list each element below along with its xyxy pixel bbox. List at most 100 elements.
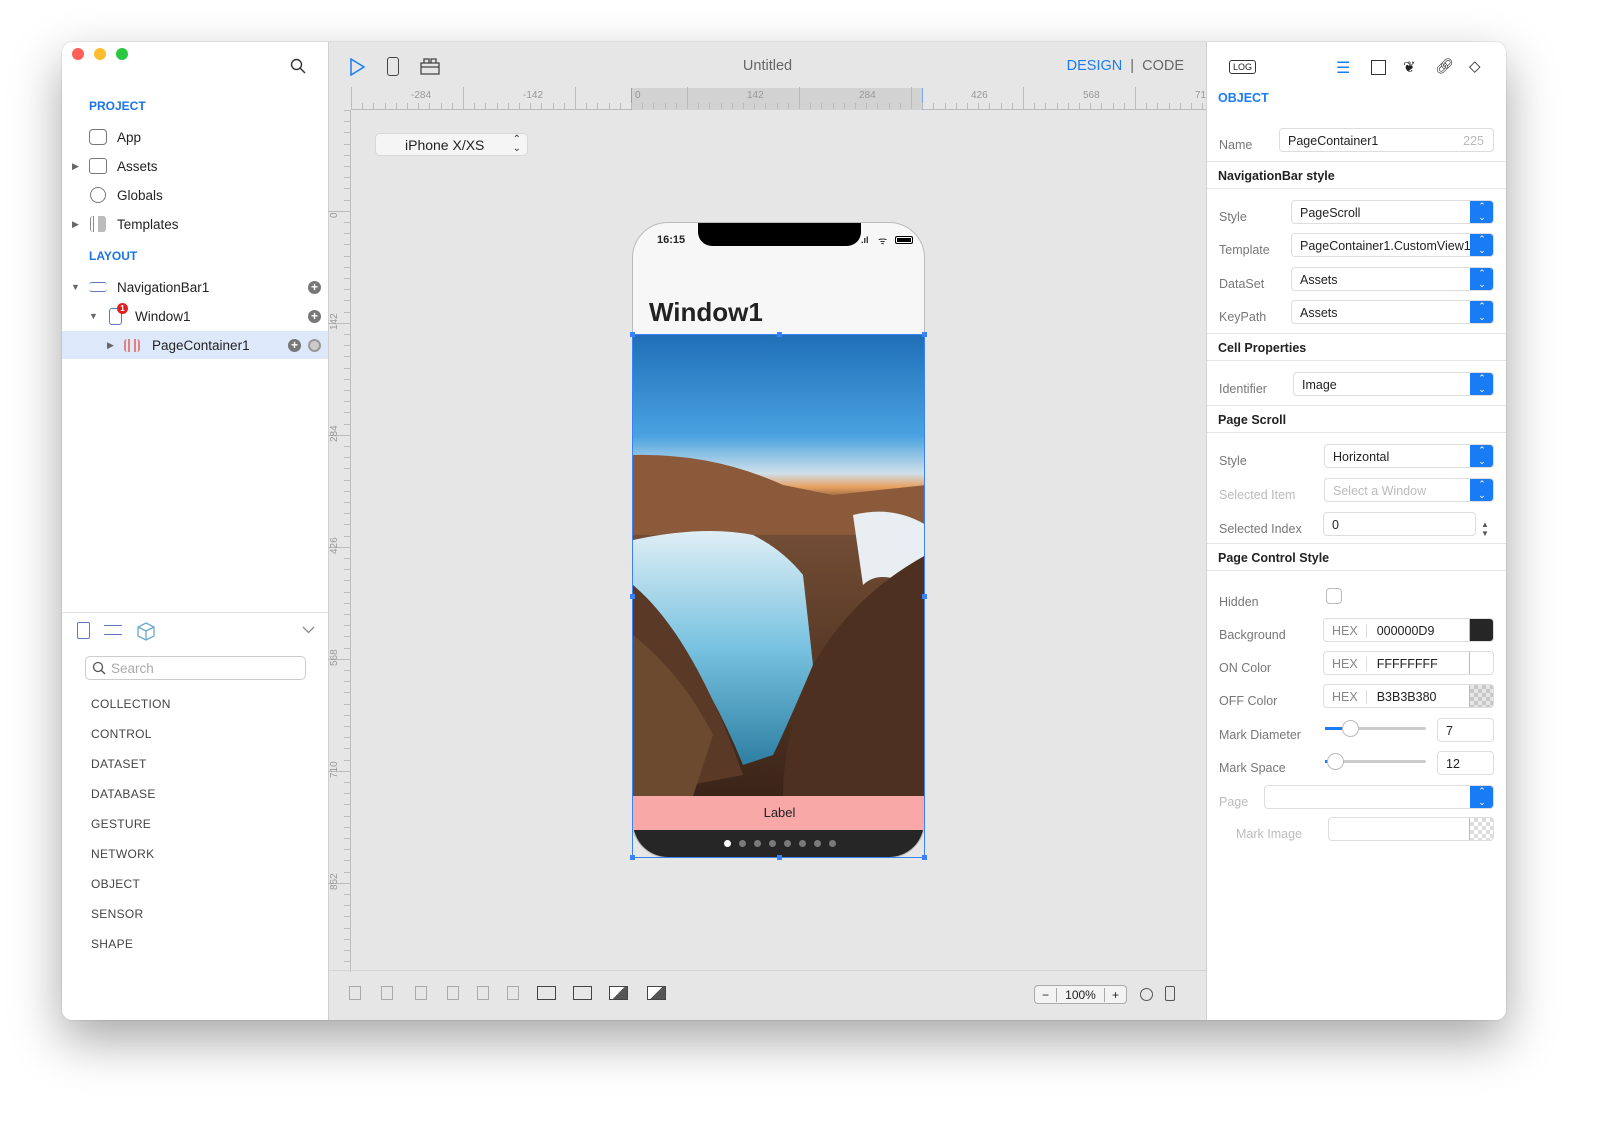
page-select[interactable]: ⌃ ⌄ [1264, 785, 1494, 809]
device-value: iPhone X/XS [405, 137, 485, 153]
frame-tab-icon[interactable] [1371, 60, 1386, 75]
style-select[interactable]: PageScroll ⌃ ⌄ [1291, 200, 1494, 224]
tree-item-globals[interactable]: Globals [62, 181, 328, 209]
mark-space-field[interactable]: 12 [1437, 751, 1494, 775]
window-tab-icon[interactable] [77, 622, 90, 639]
design-tab[interactable]: DESIGN [1067, 58, 1123, 74]
zoom-fit-icon[interactable] [1140, 988, 1153, 1001]
page-dot[interactable] [813, 840, 821, 847]
slider-thumb[interactable] [1342, 720, 1359, 737]
category-item[interactable]: DATABASE [91, 787, 156, 801]
align-bottom-icon[interactable] [381, 986, 393, 1000]
mark-image-field[interactable] [1328, 817, 1494, 841]
category-item[interactable]: OBJECT [91, 877, 140, 891]
page-dot[interactable] [738, 840, 746, 847]
keypath-select[interactable]: Assets ⌃ ⌄ [1291, 300, 1494, 324]
mark-diameter-slider[interactable] [1325, 720, 1426, 737]
bring-front-icon[interactable] [537, 986, 556, 1000]
link-tab-icon[interactable]: 🔗︎ [1435, 57, 1454, 75]
zoom-button[interactable] [116, 48, 128, 60]
page-control[interactable] [633, 830, 924, 857]
pstyle-select[interactable]: Horizontal ⌃ ⌄ [1324, 444, 1494, 468]
zoom-out-button[interactable]: − [1035, 987, 1057, 1002]
stepper-icon[interactable]: ▲ ▼ [1481, 520, 1489, 538]
slider-thumb[interactable] [1327, 753, 1344, 770]
page-dot[interactable] [753, 840, 761, 847]
selitem-select[interactable]: Select a Window ⌃ ⌄ [1324, 478, 1494, 502]
target-icon[interactable] [308, 338, 321, 352]
tree-item-app[interactable]: App [62, 123, 328, 151]
code-tab[interactable]: CODE [1142, 58, 1184, 74]
on-color-field[interactable]: HEX FFFFFFFF [1323, 651, 1494, 675]
page-dot[interactable] [798, 840, 806, 847]
tree-item-templates[interactable]: ▶ Templates [62, 210, 328, 238]
color-swatch[interactable] [1469, 652, 1493, 674]
align-left-icon[interactable] [447, 986, 459, 1000]
dataset-select[interactable]: Assets ⌃ ⌄ [1291, 267, 1494, 291]
align-top-icon[interactable] [349, 986, 361, 1000]
phone-preview[interactable]: 16:15 .ıl ᯤ Window1 Label [632, 222, 925, 858]
minimize-button[interactable] [94, 48, 106, 60]
category-item[interactable]: SHAPE [91, 937, 133, 951]
code-tab-icon[interactable]: ◇ [1469, 57, 1481, 75]
bring-forward-icon[interactable] [609, 986, 628, 1000]
disclosure-triangle-icon[interactable]: ▶ [72, 161, 79, 172]
add-icon[interactable]: + [308, 309, 321, 323]
color-swatch[interactable] [1469, 619, 1493, 641]
color-swatch[interactable] [1469, 685, 1493, 707]
mark-space-slider[interactable] [1325, 753, 1426, 770]
tree-item-navigationbar1[interactable]: ▼ NavigationBar1 + [62, 273, 328, 301]
navigation-tab-icon[interactable] [104, 625, 122, 635]
properties-tab-icon[interactable]: ☰ [1336, 58, 1350, 78]
align-right-icon[interactable] [477, 986, 489, 1000]
bg-color-field[interactable]: HEX 000000D9 [1323, 618, 1494, 642]
log-button[interactable]: LOG [1229, 60, 1257, 74]
category-item[interactable]: CONTROL [91, 727, 152, 741]
category-item[interactable]: SENSOR [91, 907, 143, 921]
ruler-label: 568 [1083, 90, 1100, 101]
category-item[interactable]: GESTURE [91, 817, 151, 831]
hidden-checkbox[interactable] [1326, 588, 1342, 604]
disclosure-triangle-icon[interactable]: ▼ [71, 282, 80, 292]
disclosure-triangle-icon[interactable]: ▶ [72, 219, 79, 230]
identifier-select[interactable]: Image ⌃ ⌄ [1293, 372, 1494, 396]
lotus-tab-icon[interactable]: ❦ [1403, 58, 1416, 76]
page-dot[interactable] [768, 840, 776, 847]
add-icon[interactable]: + [288, 338, 301, 352]
tree-item-window1[interactable]: ▼ 1 Window1 + [62, 302, 328, 330]
category-item[interactable]: COLLECTION [91, 697, 171, 711]
label-view[interactable]: Label [633, 796, 924, 830]
page-dot[interactable] [783, 840, 791, 847]
ruler-label: 284 [329, 425, 340, 442]
tree-item-assets[interactable]: ▶ Assets [62, 152, 328, 180]
tree-item-pagecontainer1[interactable]: ▶ PageContainer1 + [62, 331, 328, 359]
library-search-input[interactable]: Search [85, 656, 306, 680]
rotate-device-icon[interactable] [1165, 986, 1175, 1001]
template-select[interactable]: PageContainer1.CustomView1 ⌃ ⌄ [1291, 233, 1494, 257]
device-selector[interactable]: iPhone X/XS ⌃ ⌄ [375, 133, 528, 156]
chevron-down-icon[interactable] [302, 626, 315, 634]
zoom-in-button[interactable]: + [1104, 987, 1126, 1002]
name-field[interactable]: PageContainer1 225 [1279, 128, 1494, 152]
close-button[interactable] [72, 48, 84, 60]
category-item[interactable]: NETWORK [91, 847, 154, 861]
off-color-field[interactable]: HEX B3B3B380 [1323, 684, 1494, 708]
send-back-icon[interactable] [573, 986, 592, 1000]
tree-item-label: PageContainer1 [152, 337, 250, 353]
disclosure-triangle-icon[interactable]: ▼ [89, 311, 98, 321]
add-icon[interactable]: + [308, 280, 321, 294]
align-center-v-icon[interactable] [415, 986, 427, 1000]
mark-diameter-field[interactable]: 7 [1437, 718, 1494, 742]
category-item[interactable]: DATASET [91, 757, 147, 771]
cube-icon[interactable] [137, 622, 155, 641]
align-center-h-icon[interactable] [507, 986, 519, 1000]
zoom-level[interactable]: 100% [1057, 988, 1104, 1002]
page-dot[interactable] [828, 840, 836, 847]
selected-index-field[interactable]: 0 [1323, 512, 1476, 536]
page-dot[interactable] [723, 840, 731, 847]
design-canvas[interactable]: Untitled DESIGN | CODE -284 -142 0 142 284 42… [328, 42, 1212, 1020]
disclosure-triangle-icon[interactable]: ▶ [107, 340, 114, 351]
send-backward-icon[interactable] [647, 986, 666, 1000]
search-icon[interactable] [290, 58, 306, 74]
waterfall-image[interactable] [633, 335, 925, 796]
